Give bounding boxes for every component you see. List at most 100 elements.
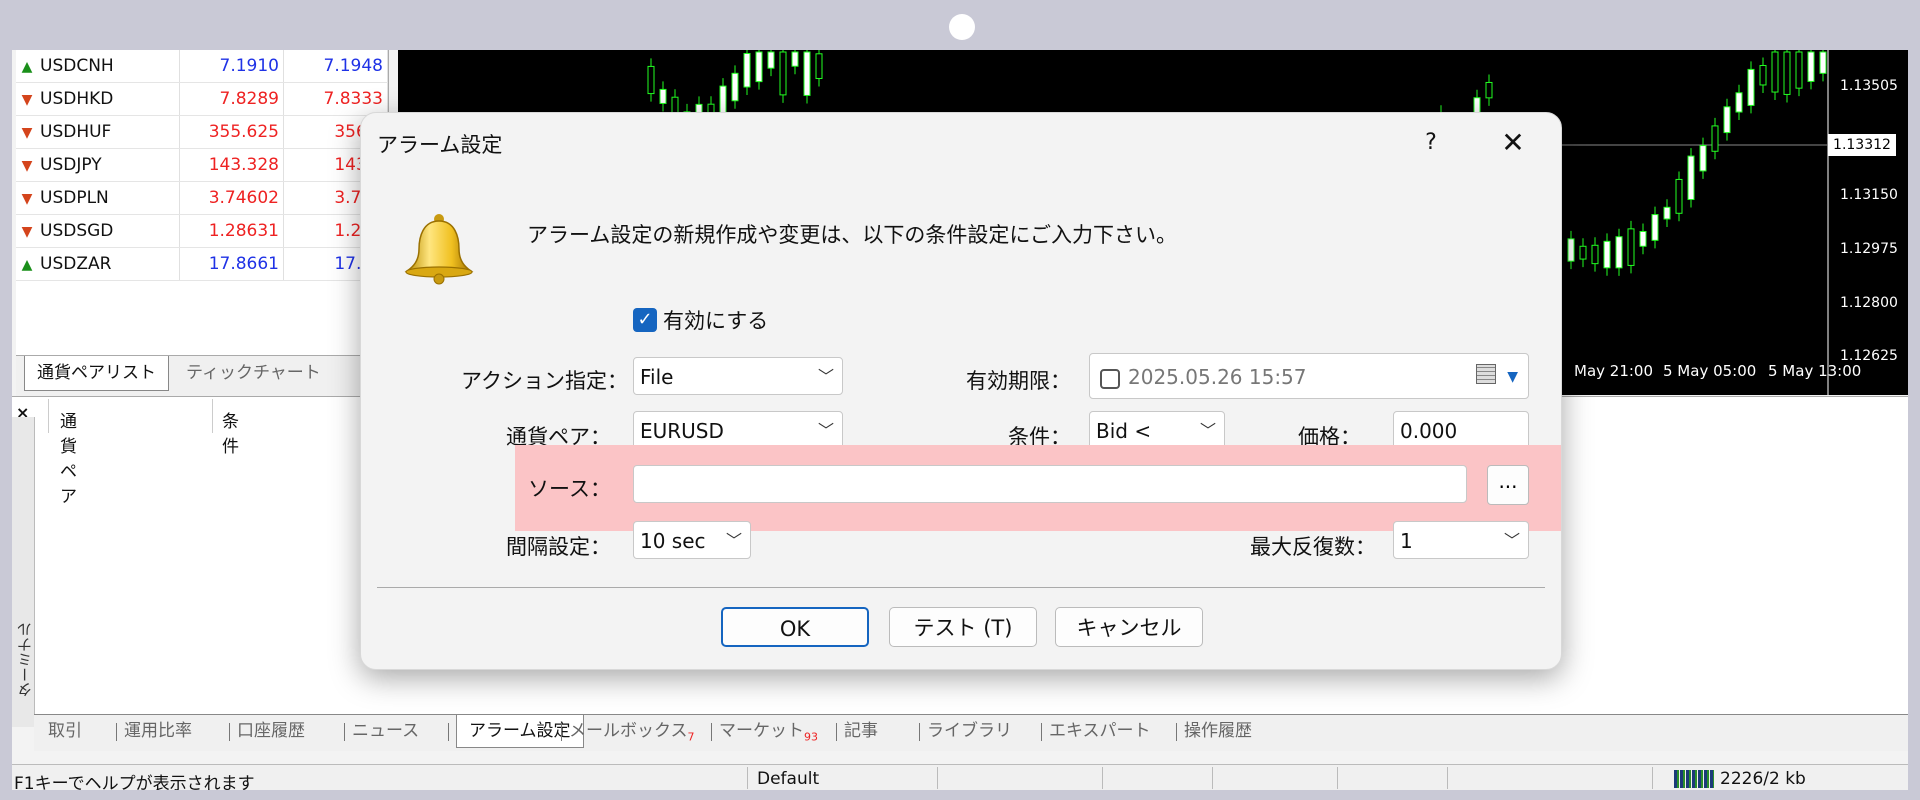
status-separator: [1212, 767, 1213, 789]
candle-body: [1711, 125, 1719, 152]
market-watch-table: ▲ USDCNH 7.1910 7.1948 ▼ USDHKD 7.8289 7.8333 ▼ U…: [16, 50, 388, 281]
price-label: 1.12975: [1840, 241, 1898, 257]
chevron-down-icon[interactable]: ▼: [1507, 354, 1518, 400]
enable-checkbox[interactable]: ✓: [633, 308, 657, 332]
calendar-icon[interactable]: [1476, 364, 1496, 384]
action-select[interactable]: File ﹀: [633, 357, 843, 395]
tab-separator: [229, 723, 230, 741]
candle-body: [1627, 228, 1635, 266]
candle-body: [1795, 51, 1803, 89]
terminal-tab[interactable]: メールボックス7: [569, 715, 695, 747]
cancel-button[interactable]: キャンセル: [1055, 607, 1203, 647]
terminal-tab[interactable]: 記事: [844, 715, 878, 747]
terminal-tab[interactable]: マーケット93: [719, 715, 818, 747]
symbol-text: USDHUF: [40, 122, 112, 142]
market-watch-tabs: 通貨ペアリスト ティックチャート: [16, 355, 388, 396]
candle-body: [1807, 51, 1815, 82]
terminal-tab[interactable]: 操作履歴: [1184, 715, 1252, 747]
close-button[interactable]: ✕: [1491, 125, 1535, 161]
tab-symbol-list[interactable]: 通貨ペアリスト: [24, 356, 169, 391]
price-label: 1.13150: [1840, 187, 1898, 203]
candle-body: [1639, 230, 1647, 247]
symbol-text: USDHKD: [40, 89, 114, 109]
symbol-cell: ▲ USDCNH: [16, 50, 180, 83]
symbol-cell: ▼ USDJPY: [16, 148, 180, 182]
expiry-field[interactable]: 2025.05.26 15:57 ▼: [1089, 353, 1529, 399]
alarm-settings-dialog: アラーム設定 ? ✕ アラーム設定の新規作成や変更は、以下の条件設定にご入力下さ…: [360, 112, 1562, 670]
candle-body: [1675, 178, 1683, 214]
terminal-tab[interactable]: エキスパート: [1049, 715, 1151, 747]
condition-value: Bid <: [1096, 419, 1152, 443]
candle-body: [791, 51, 799, 67]
tab-separator: [116, 723, 117, 741]
symbol-text: USDJPY: [40, 155, 102, 175]
candle-body: [815, 53, 823, 79]
candle-body: [1485, 81, 1493, 99]
status-separator: [1447, 767, 1448, 789]
tab-separator: [711, 723, 712, 741]
browse-button[interactable]: ...: [1487, 465, 1529, 505]
current-price-marker: 1.13312: [1828, 134, 1896, 156]
test-button[interactable]: テスト (T): [889, 607, 1037, 647]
expiry-checkbox[interactable]: [1100, 368, 1120, 389]
symbol-cell: ▼ USDHUF: [16, 115, 180, 149]
column-symbol[interactable]: 通貨ペア: [60, 407, 77, 507]
action-value: File: [640, 365, 674, 389]
enable-label: 有効にする: [663, 309, 769, 333]
terminal-tab[interactable]: 口座履歴: [237, 715, 305, 747]
terminal-tabs: 取引 運用比率 口座履歴 ニュース アラーム設定 メールボックス7 マーケット93 記事 ライブ…: [34, 714, 1908, 751]
column-separator: [212, 399, 213, 433]
max-repeat-select[interactable]: 1 ﹀: [1393, 521, 1529, 559]
bell-icon: [404, 214, 474, 285]
terminal-tab[interactable]: アラーム設定: [456, 715, 584, 748]
interval-select[interactable]: 10 sec ﹀: [633, 521, 751, 559]
column-condition[interactable]: 条件: [222, 407, 239, 457]
symbol-select[interactable]: EURUSD ﹀: [633, 411, 843, 449]
candle-body: [1651, 214, 1659, 241]
symbol-text: USDPLN: [40, 188, 109, 208]
market-watch-row[interactable]: ▼ USDJPY 143.328 143.3: [16, 148, 388, 182]
market-watch-row[interactable]: ▼ USDHUF 355.625 356.1: [16, 115, 388, 149]
enable-checkbox-row[interactable]: ✓ 有効にする: [633, 305, 768, 335]
max-repeat-label: 最大反復数：: [1250, 535, 1376, 559]
price-value: 0.000: [1400, 419, 1458, 443]
market-watch-row[interactable]: ▼ USDHKD 7.8289 7.8333: [16, 82, 388, 116]
expiry-value: 2025.05.26 15:57: [1128, 365, 1307, 389]
market-watch-row[interactable]: ▼ USDSGD 1.28631 1.288: [16, 214, 388, 248]
terminal-tab-label: 運用比率: [124, 721, 192, 741]
tab-separator: [1176, 723, 1177, 741]
candle-body: [1735, 92, 1743, 113]
terminal-side-label: ターミナル: [12, 417, 35, 727]
tab-separator: [561, 723, 562, 741]
terminal-tab[interactable]: 取引: [48, 715, 82, 747]
candle-body: [1603, 240, 1611, 269]
bid-cell: 1.28631: [179, 214, 284, 248]
candle-body: [1771, 51, 1779, 93]
tab-separator: [836, 723, 837, 741]
chevron-down-icon: ﹀: [1503, 531, 1520, 550]
arrow-down-icon: ▼: [21, 92, 33, 108]
candle-body: [1687, 155, 1695, 201]
time-label: 5 May 13:00: [1768, 362, 1862, 380]
terminal-tab[interactable]: 運用比率: [124, 715, 192, 747]
source-input[interactable]: [633, 465, 1467, 503]
candle-body: [1747, 68, 1755, 106]
bid-cell: 143.328: [179, 148, 284, 182]
terminal-tab-label: 記事: [844, 721, 878, 741]
condition-select[interactable]: Bid < ﹀: [1089, 411, 1225, 449]
terminal-tab[interactable]: ニュース: [352, 715, 419, 747]
market-watch-row[interactable]: ▼ USDPLN 3.74602 3.749: [16, 181, 388, 215]
column-separator: [48, 399, 49, 433]
bid-cell: 17.8661: [179, 247, 284, 281]
terminal-tab[interactable]: ライブラリ: [927, 715, 1012, 747]
price-input[interactable]: 0.000: [1393, 411, 1529, 449]
tab-tick-chart[interactable]: ティックチャート: [174, 356, 333, 390]
candle-body: [803, 51, 811, 96]
market-watch-row[interactable]: ▲ USDCNH 7.1910 7.1948: [16, 50, 388, 83]
symbol-text: USDCNH: [40, 56, 114, 76]
status-separator: [1102, 767, 1103, 789]
market-watch-row[interactable]: ▲ USDZAR 17.8661 17.88: [16, 247, 388, 281]
help-button[interactable]: ?: [1411, 125, 1451, 161]
ok-button[interactable]: OK: [721, 607, 869, 647]
candle-body: [1663, 206, 1671, 220]
